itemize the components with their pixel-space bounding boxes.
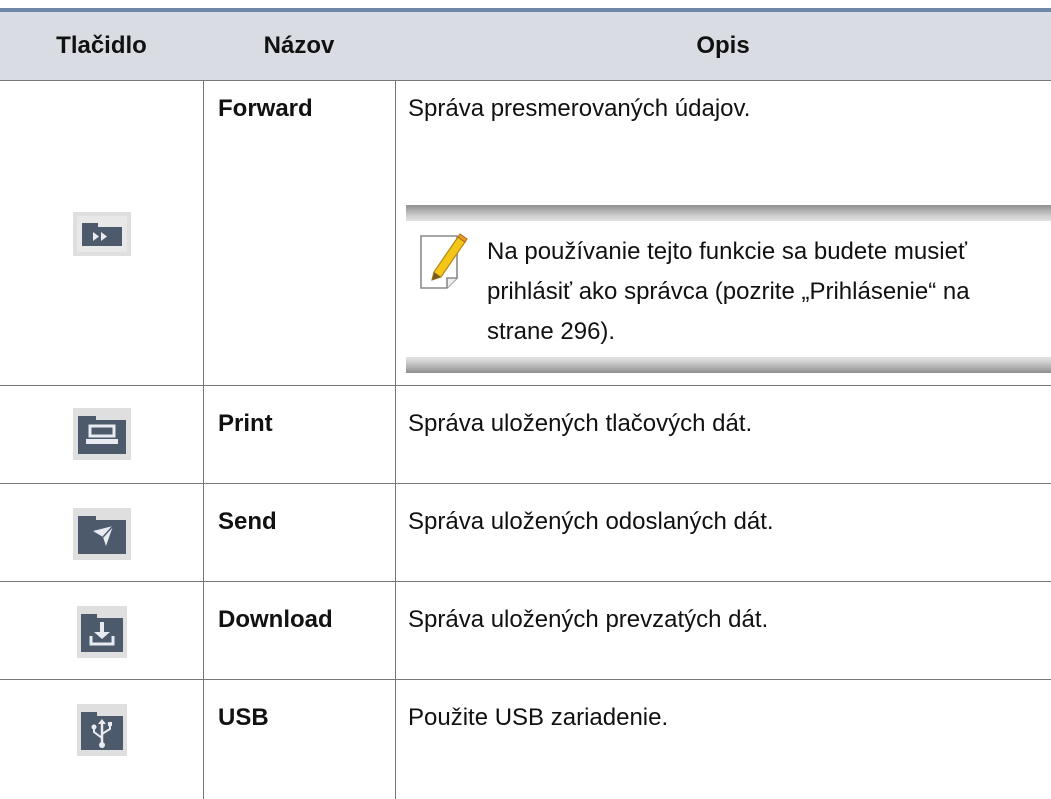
- usb-icon: [76, 704, 127, 756]
- row-name: Send: [218, 508, 277, 535]
- row-divider: [0, 483, 1051, 484]
- row-description: Správa presmerovaných údajov.: [408, 95, 751, 122]
- note-top-bar: [406, 205, 1051, 221]
- row-divider: [0, 679, 1051, 680]
- row-description: Správa uložených tlačových dát.: [408, 410, 753, 437]
- row-divider: [0, 581, 1051, 582]
- forward-icon: [72, 212, 131, 256]
- row-description: Použite USB zariadenie.: [408, 704, 669, 731]
- row-name: Forward: [218, 95, 313, 122]
- header-divider: [0, 80, 1051, 81]
- icon-cell: [0, 212, 203, 256]
- row-name: Download: [218, 606, 333, 633]
- row-name: USB: [218, 704, 269, 731]
- row-description: Správa uložených prevzatých dát.: [408, 606, 769, 633]
- note-bottom-bar: [406, 357, 1051, 373]
- column-divider: [203, 80, 204, 799]
- note-pencil-icon: [420, 233, 468, 289]
- header-name: Názov: [263, 32, 335, 59]
- row-description: Správa uložených odoslaných dát.: [408, 508, 774, 535]
- print-icon: [72, 408, 131, 460]
- note-text: Na používanie tejto funkcie sa budete mu…: [487, 238, 970, 345]
- icon-cell: [0, 408, 203, 460]
- icon-cell: [0, 508, 203, 560]
- icon-cell: [0, 606, 203, 658]
- column-divider: [395, 80, 396, 799]
- icon-cell: [0, 704, 203, 756]
- download-icon: [76, 606, 127, 658]
- row-divider: [0, 385, 1051, 386]
- header-description: Opis: [696, 32, 750, 59]
- row-name: Print: [218, 410, 273, 437]
- note-callout: Na používanie tejto funkcie sa budete mu…: [406, 205, 1051, 373]
- send-icon: [72, 508, 131, 560]
- header-button: Tlačidlo: [56, 32, 147, 59]
